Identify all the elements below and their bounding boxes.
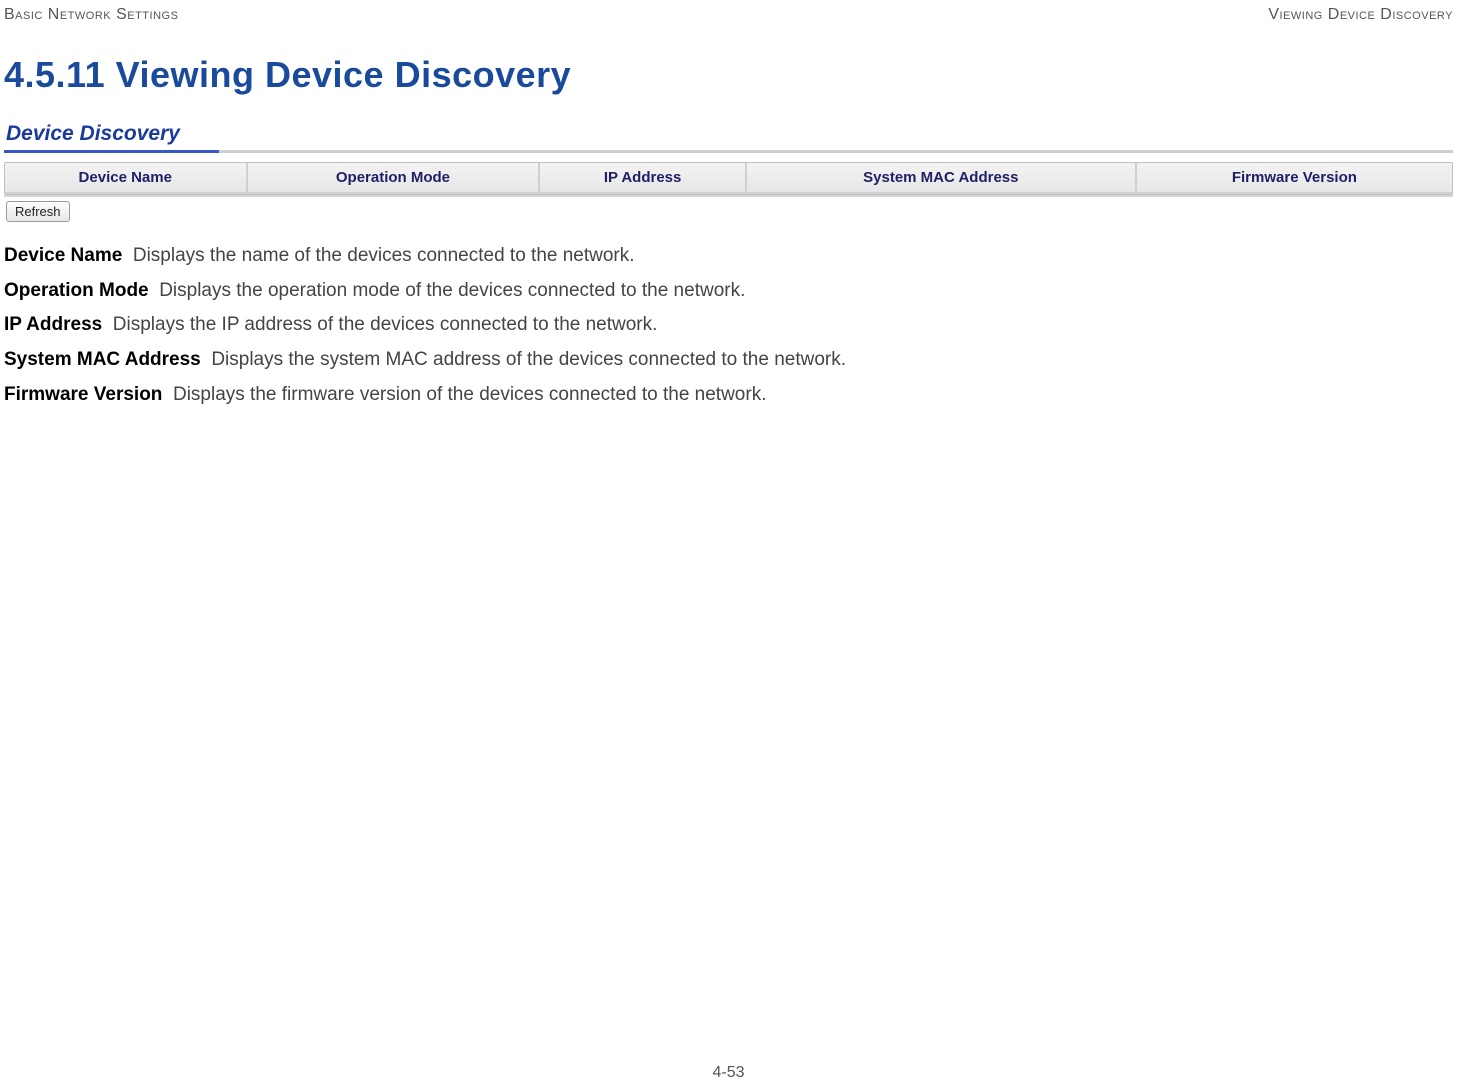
col-system-mac: System MAC Address [746, 163, 1136, 193]
refresh-row: Refresh [4, 197, 1453, 224]
definition-device-name: Device Name Displays the name of the dev… [4, 244, 1453, 269]
definition-desc: Displays the name of the devices connect… [133, 245, 635, 266]
col-ip-address: IP Address [539, 163, 745, 193]
section-heading: 4.5.11 Viewing Device Discovery [4, 54, 1457, 96]
definition-operation-mode: Operation Mode Displays the operation mo… [4, 279, 1453, 304]
panel-title: Device Discovery [4, 120, 1453, 150]
panel-title-rule [4, 150, 1453, 156]
header-left: Basic Network Settings [4, 6, 178, 24]
page-number: 4-53 [0, 1064, 1457, 1082]
page-header: Basic Network Settings Viewing Device Di… [0, 0, 1457, 24]
device-discovery-panel: Device Discovery Device Name Operation M… [4, 120, 1453, 224]
definition-term: System MAC Address [4, 349, 201, 370]
definition-desc: Displays the IP address of the devices c… [113, 314, 658, 335]
definitions-list: Device Name Displays the name of the dev… [4, 244, 1453, 407]
definition-system-mac: System MAC Address Displays the system M… [4, 348, 1453, 373]
col-firmware-version: Firmware Version [1136, 163, 1452, 193]
definition-desc: Displays the firmware version of the dev… [173, 384, 767, 405]
definition-desc: Displays the operation mode of the devic… [159, 280, 745, 301]
definition-term: Operation Mode [4, 280, 149, 301]
device-table-wrap: Device Name Operation Mode IP Address Sy… [4, 162, 1453, 195]
definition-firmware-version: Firmware Version Displays the firmware v… [4, 383, 1453, 408]
col-device-name: Device Name [5, 163, 247, 193]
col-operation-mode: Operation Mode [247, 163, 540, 193]
definition-desc: Displays the system MAC address of the d… [211, 349, 846, 370]
header-right: Viewing Device Discovery [1268, 6, 1453, 24]
refresh-button[interactable]: Refresh [6, 201, 70, 222]
table-header-row: Device Name Operation Mode IP Address Sy… [5, 163, 1452, 193]
definition-term: Device Name [4, 245, 122, 266]
definition-ip-address: IP Address Displays the IP address of th… [4, 313, 1453, 338]
definition-term: IP Address [4, 314, 102, 335]
device-table: Device Name Operation Mode IP Address Sy… [5, 163, 1452, 194]
definition-term: Firmware Version [4, 384, 162, 405]
